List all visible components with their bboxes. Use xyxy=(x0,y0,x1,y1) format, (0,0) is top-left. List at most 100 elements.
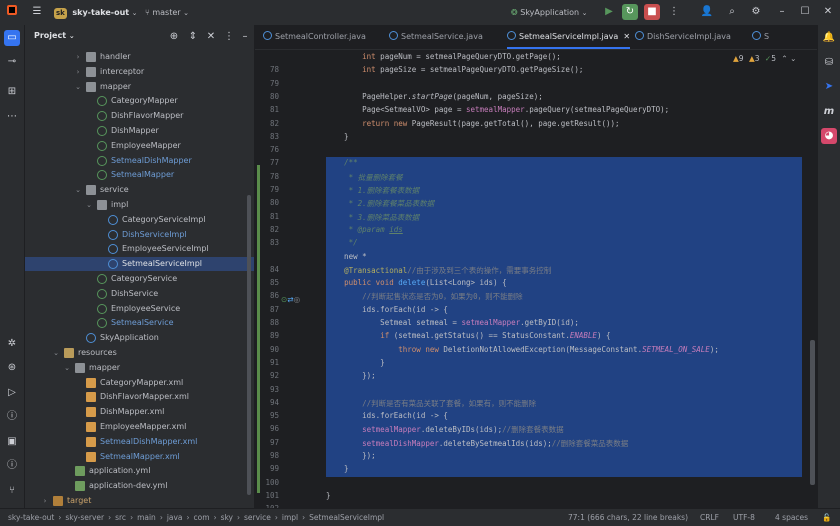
collapse-all-icon[interactable]: ✕ xyxy=(203,29,219,45)
database-icon[interactable]: ⛁ xyxy=(821,55,837,71)
run-config-selector[interactable]: ❂ SkyApplication ⌄ xyxy=(511,5,588,20)
tree-item[interactable]: SetmealDishMapper xyxy=(25,154,254,168)
breadcrumb-item[interactable]: src xyxy=(115,513,126,522)
line-separator[interactable]: CRLF xyxy=(700,512,719,524)
options-icon[interactable]: ⋮ xyxy=(221,29,237,45)
editor-tab[interactable]: SetmealService.java xyxy=(389,25,483,49)
editor-tab[interactable]: SetmealServiceImpl.java ✕ xyxy=(507,25,631,49)
editor-tab[interactable]: SetmealController.java xyxy=(263,25,366,49)
tree-item[interactable]: DishFlavorMapper xyxy=(25,109,254,123)
tree-item[interactable]: SetmealService xyxy=(25,316,254,330)
breadcrumb-item[interactable]: sky xyxy=(221,513,233,522)
git-icon[interactable]: ⑂ xyxy=(4,483,20,499)
more-tools-icon[interactable]: ⋯ xyxy=(4,109,20,125)
editor-tab[interactable]: DishServiceImpl.java xyxy=(635,25,731,49)
services-icon[interactable]: ⊛ xyxy=(4,360,20,376)
breadcrumb-item[interactable]: sky-take-out xyxy=(8,513,54,522)
chevron-down-icon[interactable]: ⌄ xyxy=(63,361,71,375)
lock-icon[interactable]: 🔓 xyxy=(822,512,831,524)
tree-item[interactable]: ⌄ mapper xyxy=(25,361,254,375)
chevron-down-icon[interactable]: ⌄ xyxy=(74,183,82,197)
tree-item[interactable]: SetmealMapper xyxy=(25,168,254,182)
project-folder-icon[interactable]: ▭ xyxy=(4,30,20,46)
tree-item[interactable]: › handler xyxy=(25,50,254,64)
run-icon[interactable]: ▶ xyxy=(601,4,617,20)
tree-item[interactable]: EmployeeServiceImpl xyxy=(25,242,254,256)
run-tool-icon[interactable]: ▷ xyxy=(4,385,20,401)
notifications-icon[interactable]: 🔔 xyxy=(821,30,837,46)
expand-all-icon[interactable]: ⇕ xyxy=(185,29,201,45)
debug-icon[interactable]: ✲ xyxy=(4,336,20,352)
close-icon[interactable]: ✕ xyxy=(820,4,836,20)
tree-item[interactable]: SetmealMapper.xml xyxy=(25,450,254,464)
more-actions-icon[interactable]: ⋮ xyxy=(666,4,682,20)
editor-tab[interactable]: S xyxy=(752,25,769,49)
tree-item[interactable]: SetmealServiceImpl xyxy=(25,257,254,272)
maximize-icon[interactable]: ☐ xyxy=(797,4,813,20)
commit-icon[interactable]: ⊸ xyxy=(4,54,20,70)
tree-item[interactable]: ⌄ resources xyxy=(25,346,254,360)
tree-item[interactable]: application.yml xyxy=(25,464,254,478)
terminal-icon[interactable]: ▣ xyxy=(4,434,20,450)
tree-item[interactable]: › target xyxy=(25,494,254,508)
tree-item[interactable]: ⌄ service xyxy=(25,183,254,197)
problems-icon[interactable]: ⓘ xyxy=(4,409,20,425)
settings-gear-icon[interactable]: ⚙ xyxy=(748,4,764,20)
chevron-down-icon[interactable]: ⌄ xyxy=(52,346,60,360)
maven-icon[interactable]: m xyxy=(821,104,837,120)
tree-item[interactable]: EmployeeService xyxy=(25,302,254,316)
editor-scrollbar[interactable] xyxy=(810,340,815,485)
tree-item[interactable]: ⌄ impl xyxy=(25,198,254,212)
chevron-down-icon[interactable]: ⌄ xyxy=(85,198,93,212)
tree-item[interactable]: application-dev.yml xyxy=(25,479,254,493)
project-panel-header[interactable]: Project ⌄ xyxy=(34,31,75,40)
tree-item[interactable]: DishMapper xyxy=(25,124,254,138)
tree-item[interactable]: SkyApplication xyxy=(25,331,254,345)
chevron-right-icon[interactable]: › xyxy=(74,65,82,79)
tree-item[interactable]: DishServiceImpl xyxy=(25,228,254,242)
tree-item[interactable]: ⌄ mapper xyxy=(25,80,254,94)
code-body[interactable]: int pageNum = setmealPageQueryDTO.getPag… xyxy=(255,50,817,508)
tree-scrollbar[interactable] xyxy=(247,195,251,495)
tree-item[interactable]: DishService xyxy=(25,287,254,301)
breadcrumb-item[interactable]: service xyxy=(244,513,271,522)
chevron-down-icon[interactable]: ⌄ xyxy=(74,80,82,94)
tree-item[interactable]: › interceptor xyxy=(25,65,254,79)
tree-item[interactable]: CategoryMapper.xml xyxy=(25,376,254,390)
breadcrumb-item[interactable]: impl xyxy=(282,513,298,522)
todo-icon[interactable]: ⓘ xyxy=(4,458,20,474)
file-encoding[interactable]: UTF-8 xyxy=(733,512,755,524)
breadcrumb-item[interactable]: java xyxy=(167,513,183,522)
structure-icon[interactable]: ⊞ xyxy=(4,84,20,100)
breadcrumb[interactable]: sky-take-out › sky-server › src › main › java › co… xyxy=(8,512,384,524)
indent-setting[interactable]: 4 spaces xyxy=(775,512,808,524)
minimize-icon[interactable]: – xyxy=(774,4,790,20)
breadcrumb-item[interactable]: main xyxy=(137,513,156,522)
tree-item[interactable]: CategoryServiceImpl xyxy=(25,213,254,227)
main-menu-icon[interactable]: ☰ xyxy=(29,4,45,20)
chevron-right-icon[interactable]: › xyxy=(41,494,49,508)
breadcrumb-item[interactable]: com xyxy=(194,513,210,522)
breadcrumb-item[interactable]: sky-server xyxy=(65,513,104,522)
tree-item[interactable]: CategoryService xyxy=(25,272,254,286)
plugin-icon[interactable]: ◕ xyxy=(821,128,837,144)
ai-assistant-icon[interactable]: ➤ xyxy=(821,79,837,95)
tree-item[interactable]: CategoryMapper xyxy=(25,94,254,108)
gutter-icons[interactable]: ⊙⇄◎ xyxy=(281,295,300,304)
close-tab-icon[interactable]: ✕ xyxy=(623,32,630,41)
add-user-icon[interactable]: 👤 xyxy=(699,4,715,20)
locate-icon[interactable]: ⊕ xyxy=(166,29,182,45)
search-icon[interactable]: ⌕ xyxy=(724,4,740,20)
rerun-icon[interactable]: ↻ xyxy=(622,4,638,20)
chevron-right-icon[interactable]: › xyxy=(74,50,82,64)
project-switcher[interactable]: sk sky-take-out ⌄ xyxy=(54,5,138,20)
tree-item[interactable]: DishMapper.xml xyxy=(25,405,254,419)
app-logo-icon[interactable] xyxy=(4,4,20,20)
tree-item[interactable]: SetmealDishMapper.xml xyxy=(25,435,254,449)
tree-item[interactable]: EmployeeMapper.xml xyxy=(25,420,254,434)
stop-icon[interactable]: ■ xyxy=(644,4,660,20)
vcs-branch-widget[interactable]: ⑂ master ⌄ xyxy=(145,5,189,20)
breadcrumb-item[interactable]: SetmealServiceImpl xyxy=(309,513,384,522)
hide-panel-icon[interactable]: – xyxy=(237,29,253,45)
tree-item[interactable]: EmployeeMapper xyxy=(25,139,254,153)
